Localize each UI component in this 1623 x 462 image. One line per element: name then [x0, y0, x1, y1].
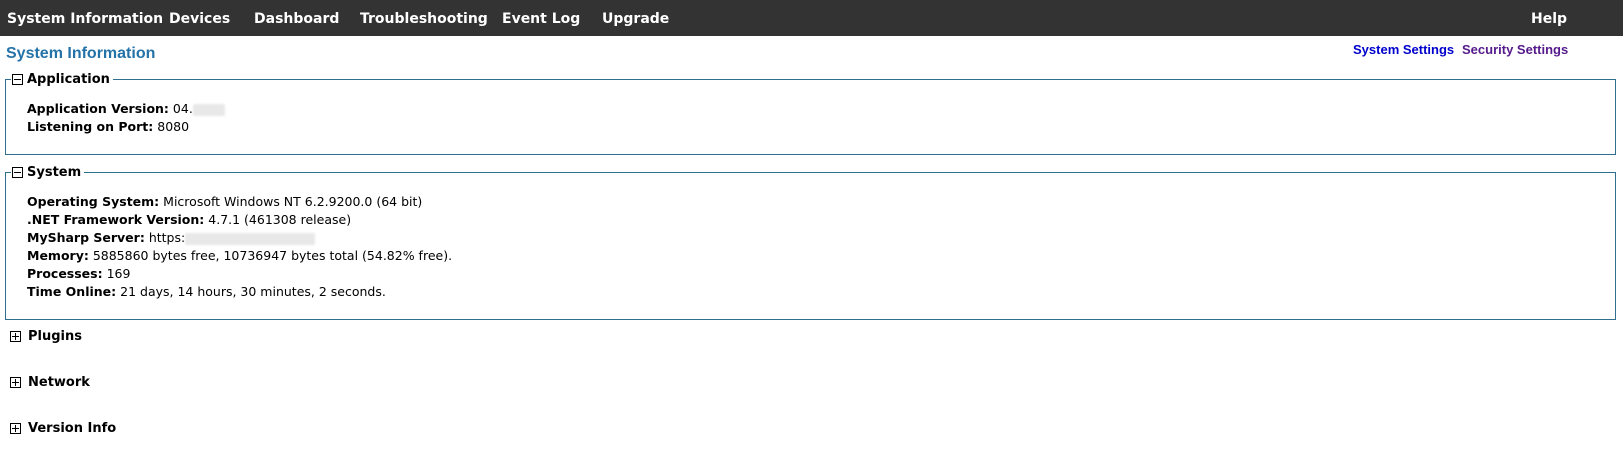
nav-upgrade[interactable]: Upgrade: [602, 0, 669, 36]
expand-icon[interactable]: [10, 377, 21, 388]
nav-devices[interactable]: Devices: [169, 0, 230, 36]
time-online-label: Time Online:: [27, 284, 117, 299]
operating-system-row: Operating System: Microsoft Windows NT 6…: [27, 194, 422, 209]
nav-event-log[interactable]: Event Log: [502, 0, 580, 36]
redacted-value: [185, 232, 316, 245]
system-legend: System: [11, 164, 85, 180]
mysharp-server-value: https:: [148, 230, 186, 245]
expand-icon[interactable]: [10, 331, 21, 342]
top-nav-bar: System Information Devices Dashboard Tro…: [0, 0, 1623, 36]
mysharp-server-label: MySharp Server:: [27, 230, 145, 245]
net-framework-label: .NET Framework Version:: [27, 212, 205, 227]
application-title: Application: [27, 71, 110, 87]
net-framework-row: .NET Framework Version: 4.7.1 (461308 re…: [27, 212, 351, 227]
plugins-section[interactable]: Plugins: [10, 329, 82, 344]
time-online-row: Time Online: 21 days, 14 hours, 30 minut…: [27, 284, 386, 299]
nav-system-information[interactable]: System Information: [7, 0, 163, 36]
application-version-value: 04.: [172, 101, 193, 116]
net-framework-value: 4.7.1 (461308 release): [208, 212, 352, 227]
security-settings-link[interactable]: Security Settings: [1462, 42, 1568, 57]
system-title: System: [27, 164, 82, 180]
listening-port-row: Listening on Port: 8080: [27, 119, 189, 134]
operating-system-value: Microsoft Windows NT 6.2.9200.0 (64 bit): [163, 194, 423, 209]
system-panel: System Operating System: Microsoft Windo…: [5, 164, 1616, 320]
nav-dashboard[interactable]: Dashboard: [254, 0, 339, 36]
processes-value: 169: [106, 266, 131, 281]
processes-row: Processes: 169: [27, 266, 130, 281]
system-settings-link[interactable]: System Settings: [1353, 42, 1454, 57]
plugins-title: Plugins: [28, 329, 82, 344]
memory-value: 5885860 bytes free, 10736947 bytes total…: [92, 248, 453, 263]
network-section[interactable]: Network: [10, 375, 90, 390]
mysharp-server-row: MySharp Server: https:: [27, 230, 316, 245]
version-info-title: Version Info: [28, 421, 117, 436]
redacted-value: [192, 103, 225, 116]
application-version-label: Application Version:: [27, 101, 169, 116]
nav-troubleshooting[interactable]: Troubleshooting: [360, 0, 488, 36]
operating-system-label: Operating System:: [27, 194, 160, 209]
application-version-row: Application Version: 04.: [27, 101, 225, 116]
memory-row: Memory: 5885860 bytes free, 10736947 byt…: [27, 248, 452, 263]
expand-icon[interactable]: [10, 423, 21, 434]
page-title: System Information: [6, 45, 156, 62]
memory-label: Memory:: [27, 248, 89, 263]
processes-label: Processes:: [27, 266, 103, 281]
collapse-icon[interactable]: [12, 73, 23, 85]
application-panel: Application Application Version: 04. Lis…: [5, 71, 1616, 155]
collapse-icon[interactable]: [12, 166, 23, 178]
listening-port-label: Listening on Port:: [27, 119, 154, 134]
listening-port-value: 8080: [157, 119, 190, 134]
network-title: Network: [28, 375, 90, 390]
application-legend: Application: [11, 71, 113, 87]
time-online-value: 21 days, 14 hours, 30 minutes, 2 seconds…: [120, 284, 386, 299]
nav-help[interactable]: Help: [1531, 0, 1567, 36]
version-info-section[interactable]: Version Info: [10, 421, 116, 436]
